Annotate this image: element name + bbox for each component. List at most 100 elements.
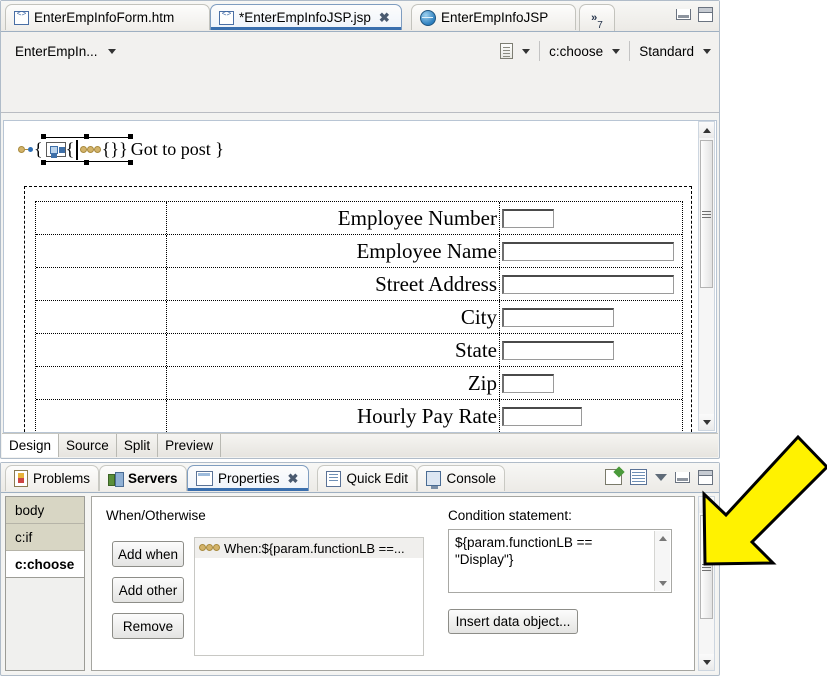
scrollbar-thumb[interactable] [700,140,713,288]
editor-tab-enteremp-jsp-preview[interactable]: EnterEmpInfoJSP [411,4,576,30]
properties-content: When/Otherwise Add when Add other Remove… [91,496,695,671]
grip-icon [702,210,711,218]
add-other-button[interactable]: Add other [112,577,184,603]
breadcrumb-item-c-choose[interactable]: c:choose [6,551,84,578]
breadcrumb-item-c-if[interactable]: c:if [6,524,84,551]
style-selector-label[interactable]: Standard [639,44,694,59]
chevron-down-icon[interactable] [612,48,621,54]
chevron-down-icon[interactable] [107,48,116,54]
street-address-input[interactable] [502,274,674,294]
chevron-down-icon[interactable] [522,48,531,54]
condition-statement-field[interactable]: ${param.functionLB == "Display"} [448,529,672,593]
tag-dots-icon [199,543,220,553]
new-view-icon[interactable] [605,469,622,485]
tab-label: Problems [32,471,90,486]
toolbar-separator [629,41,631,61]
scroll-down-button[interactable] [699,414,714,430]
tab-label: Console [446,471,496,486]
condition-statement-label: Condition statement: [448,508,572,523]
view-tab-quick-edit[interactable]: Quick Edit [317,465,417,491]
close-icon[interactable]: ✖ [379,10,390,26]
jsp-file-icon [14,10,29,25]
view-tab-problems[interactable]: Problems [5,465,99,491]
view-tab-properties[interactable]: Properties ✖ [187,465,309,491]
minimize-icon[interactable] [675,471,690,483]
view-menu-icon[interactable] [655,473,667,481]
button-label: Add when [117,546,179,562]
mode-tab-source[interactable]: Source [59,434,117,457]
document-icon[interactable] [500,43,514,59]
hourly-pay-rate-input[interactable] [502,406,582,426]
minimize-icon[interactable] [676,9,691,20]
maximize-icon[interactable] [698,469,713,485]
tag-dots-icon [18,146,33,153]
editor-tab-enteremp-jsp[interactable]: *EnterEmpInfoJSP.jsp ✖ [210,4,402,30]
editor-tab-enteremp-form[interactable]: EnterEmpInfoForm.htm [5,4,210,30]
condition-statement-value: ${param.functionLB == "Display"} [455,535,593,567]
tab-label: *EnterEmpInfoJSP.jsp [239,10,371,25]
chevron-down-icon [658,581,667,586]
tab-label: EnterEmpInfoJSP [441,10,549,25]
employee-name-input[interactable] [502,241,674,261]
field-label: State [167,334,500,366]
properties-vertical-scrollbar[interactable] [698,496,715,671]
brace-inner-open: { [65,139,75,159]
tag-selector-label[interactable]: c:choose [549,44,603,59]
design-canvas[interactable]: { { {} } Got to post } Employee Number E… [3,120,717,433]
remove-button[interactable]: Remove [112,613,184,639]
tab-label: Servers [128,471,178,486]
row-spacer-cell [36,268,167,300]
insert-data-object-button[interactable]: Insert data object... [448,609,578,634]
console-icon [426,471,442,489]
condition-scrollbar[interactable] [654,531,670,591]
mode-tab-filler [221,434,718,457]
grid-icon[interactable] [630,469,647,485]
scroll-up-button[interactable] [655,531,670,546]
mode-tab-preview[interactable]: Preview [158,434,222,457]
chevron-down-icon[interactable] [703,48,711,54]
zip-input[interactable] [502,373,554,393]
mode-tab-label: Design [9,438,52,453]
tab-label: EnterEmpInfoForm.htm [34,10,175,25]
mode-tab-split[interactable]: Split [116,434,159,457]
breadcrumb-label: body [15,502,45,518]
chevron-down-icon [702,419,711,425]
button-label: Insert data object... [455,614,571,629]
page-selector[interactable]: EnterEmpIn... [15,44,116,59]
scrollbar-thumb[interactable] [700,515,713,619]
when-otherwise-list[interactable]: When:${param.functionLB ==... [194,537,424,656]
breadcrumb-item-body[interactable]: body [6,497,84,524]
chevron-down-icon [702,659,711,665]
state-input[interactable] [502,340,614,360]
form-row: Employee Name [36,235,682,268]
scroll-down-button[interactable] [699,654,714,670]
tab-label: Properties [218,471,280,486]
selected-tag-group[interactable]: { {} } [40,134,133,165]
mode-tab-design[interactable]: Design [2,434,60,457]
view-tab-servers[interactable]: Servers [99,465,187,491]
tab-label: Quick Edit [346,471,408,486]
view-tab-console[interactable]: Console [417,465,505,491]
scroll-down-button[interactable] [655,576,670,591]
when-item-label: When:${param.functionLB ==... [224,540,405,556]
quick-edit-icon [326,470,342,487]
editor-mode-tabs: Design Source Split Preview [2,433,718,457]
scroll-up-button[interactable] [699,122,714,138]
editor-vertical-scrollbar[interactable] [698,121,715,431]
form-row: State [36,334,682,367]
list-item[interactable]: When:${param.functionLB ==... [195,538,423,558]
field-label: City [167,301,500,333]
maximize-icon[interactable] [698,7,713,22]
close-icon[interactable]: ✖ [288,471,299,487]
scroll-up-button[interactable] [699,497,714,513]
form-row: Zip [36,367,682,400]
jsp-tag-icon [45,142,66,157]
brace-open: { [34,139,43,159]
form-row: Street Address [36,268,682,301]
add-when-button[interactable]: Add when [112,541,184,567]
city-input[interactable] [502,307,614,327]
employee-number-input[interactable] [502,208,554,228]
tab-overflow-button[interactable]: » 7 [579,4,615,31]
field-input-cell [500,334,682,366]
properties-icon [196,471,213,486]
